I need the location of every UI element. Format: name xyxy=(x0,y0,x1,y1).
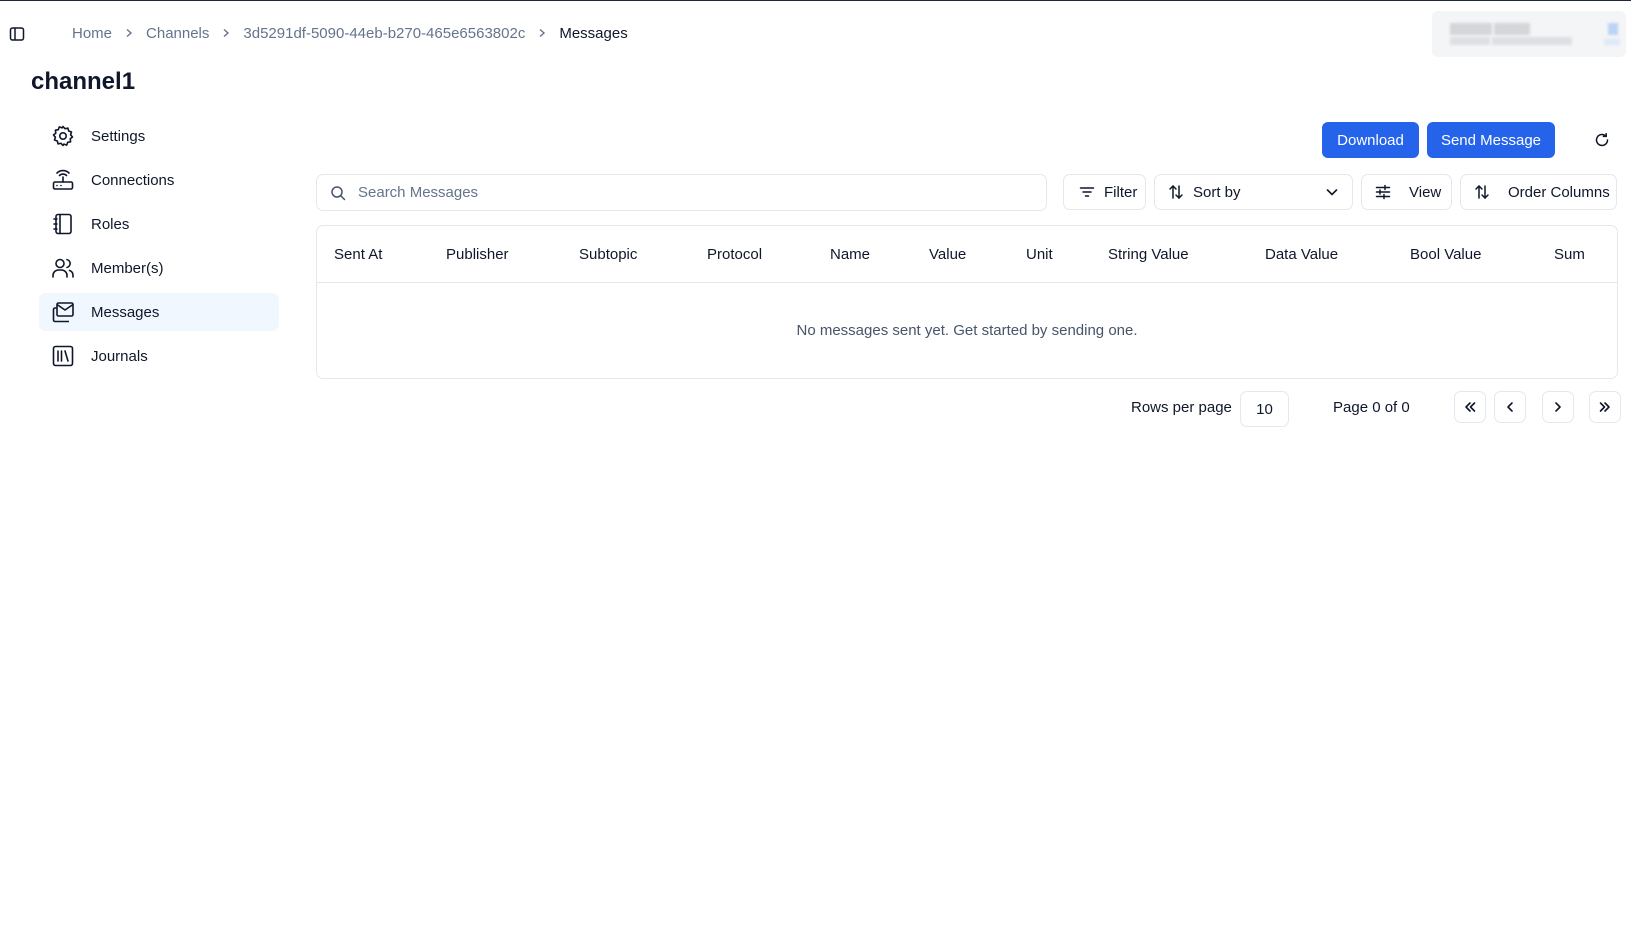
search-box xyxy=(316,174,1047,211)
notebook-icon xyxy=(51,212,75,236)
chevron-left-icon xyxy=(1503,400,1517,414)
side-nav: Settings Connections Roles Member(s) Mes… xyxy=(39,117,279,381)
chevron-right-icon xyxy=(1551,400,1565,414)
empty-state-message: No messages sent yet. Get started by sen… xyxy=(796,322,1138,339)
rows-per-page-select[interactable]: 10 xyxy=(1240,391,1289,427)
next-page-button[interactable] xyxy=(1542,391,1574,423)
previous-page-button[interactable] xyxy=(1494,391,1526,423)
view-button[interactable]: View xyxy=(1361,174,1452,210)
table-header-row: Sent At Publisher Subtopic Protocol Name… xyxy=(317,226,1617,283)
sidebar-item-label: Connections xyxy=(91,171,175,189)
search-input[interactable] xyxy=(358,184,1018,201)
column-header-unit[interactable]: Unit xyxy=(1026,226,1053,283)
column-header-bool-value[interactable]: Bool Value xyxy=(1410,226,1481,283)
filter-lines-icon xyxy=(1079,184,1095,200)
breadcrumb-home[interactable]: Home xyxy=(72,25,112,42)
column-header-name[interactable]: Name xyxy=(830,226,870,283)
top-bar: Home Channels 3d5291df-5090-44eb-b270-46… xyxy=(0,1,1631,65)
sliders-icon xyxy=(1375,184,1391,200)
search-icon xyxy=(330,185,346,201)
filter-button[interactable]: Filter xyxy=(1063,174,1146,210)
column-header-value[interactable]: Value xyxy=(929,226,966,283)
column-header-publisher[interactable]: Publisher xyxy=(446,226,509,283)
breadcrumb-current: Messages xyxy=(559,24,628,42)
sidebar-item-label: Member(s) xyxy=(91,259,164,277)
column-header-data-value[interactable]: Data Value xyxy=(1265,226,1338,283)
settings-gear-icon xyxy=(51,124,75,148)
chevrons-left-icon xyxy=(1463,400,1477,414)
send-message-button[interactable]: Send Message xyxy=(1427,122,1555,158)
chevron-right-icon xyxy=(209,28,243,38)
breadcrumb-channel-id[interactable]: 3d5291df-5090-44eb-b270-465e6563802c xyxy=(243,25,525,42)
column-header-subtopic[interactable]: Subtopic xyxy=(579,226,637,283)
page-title: channel1 xyxy=(31,68,136,95)
library-icon xyxy=(51,344,75,368)
last-page-button[interactable] xyxy=(1589,391,1621,423)
sidebar-item-label: Roles xyxy=(91,215,130,233)
sort-by-select[interactable]: Sort by xyxy=(1154,174,1353,210)
order-columns-button[interactable]: Order Columns xyxy=(1460,174,1617,210)
chevrons-right-icon xyxy=(1598,400,1612,414)
column-header-sum[interactable]: Sum xyxy=(1554,226,1585,283)
sidebar-item-label: Journals xyxy=(91,347,148,365)
rows-per-page-label: Rows per page xyxy=(1131,399,1232,416)
sidebar-item-roles[interactable]: Roles xyxy=(39,205,279,243)
page-info: Page 0 of 0 xyxy=(1333,399,1410,416)
sidebar-toggle-icon[interactable] xyxy=(9,26,25,42)
arrow-up-down-icon xyxy=(1168,184,1184,200)
mail-stack-icon xyxy=(51,300,75,324)
order-columns-label: Order Columns xyxy=(1508,183,1610,201)
chevron-right-icon xyxy=(525,28,559,38)
breadcrumb: Home Channels 3d5291df-5090-44eb-b270-46… xyxy=(72,23,628,43)
sidebar-item-label: Messages xyxy=(91,303,160,321)
download-button[interactable]: Download xyxy=(1322,122,1419,158)
sidebar-item-settings[interactable]: Settings xyxy=(39,117,279,155)
router-icon xyxy=(51,168,75,192)
first-page-button[interactable] xyxy=(1454,391,1486,423)
sort-by-label: Sort by xyxy=(1193,183,1241,201)
chevron-down-icon xyxy=(1325,185,1339,199)
sidebar-item-members[interactable]: Member(s) xyxy=(39,249,279,287)
filter-label: Filter xyxy=(1104,183,1138,201)
messages-table: Sent At Publisher Subtopic Protocol Name… xyxy=(316,225,1618,379)
column-header-protocol[interactable]: Protocol xyxy=(707,226,762,283)
arrow-up-down-icon xyxy=(1474,184,1490,200)
refresh-icon[interactable] xyxy=(1592,130,1612,150)
sidebar-item-connections[interactable]: Connections xyxy=(39,161,279,199)
sidebar-item-label: Settings xyxy=(91,127,146,145)
breadcrumb-channels[interactable]: Channels xyxy=(146,25,209,42)
view-label: View xyxy=(1409,183,1442,201)
account-menu[interactable] xyxy=(1432,11,1626,57)
sidebar-item-messages[interactable]: Messages xyxy=(39,293,279,331)
column-header-string-value[interactable]: String Value xyxy=(1108,226,1189,283)
sidebar-item-journals[interactable]: Journals xyxy=(39,337,279,375)
chevron-right-icon xyxy=(112,28,146,38)
column-header-sent-at[interactable]: Sent At xyxy=(334,226,382,283)
users-icon xyxy=(51,256,75,280)
